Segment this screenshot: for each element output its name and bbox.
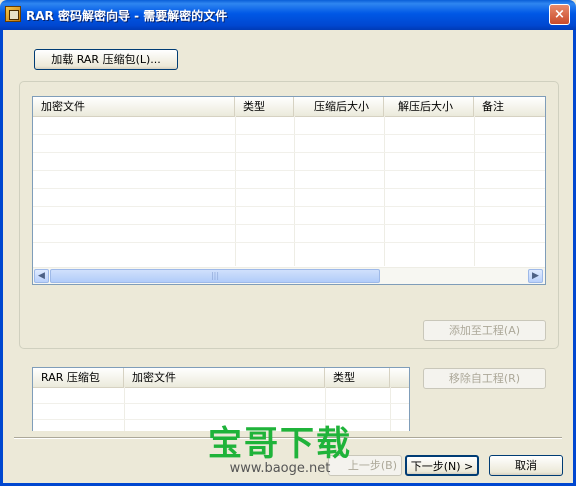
column-header-type[interactable]: 类型	[325, 368, 390, 387]
column-header-encrypted-file[interactable]: 加密文件	[124, 368, 325, 387]
empty-row-line	[33, 134, 545, 135]
app-icon	[5, 6, 21, 22]
load-rar-button[interactable]: 加载 RAR 压缩包(L)...	[34, 49, 178, 70]
column-divider	[384, 116, 385, 266]
empty-row-line	[33, 224, 545, 225]
scroll-thumb[interactable]: |||	[50, 269, 380, 283]
column-header-uncompressed-size[interactable]: 解压后大小	[384, 97, 474, 116]
encrypted-file-list[interactable]: 加密文件 类型 压缩后大小 解压后大小 备注 ◀ ||| ▶	[32, 96, 546, 285]
column-header-compressed-size[interactable]: 压缩后大小	[294, 97, 384, 116]
column-header-type[interactable]: 类型	[235, 97, 294, 116]
watermark-text: 宝哥下载	[208, 424, 352, 464]
empty-row-line	[33, 242, 545, 243]
empty-row-line	[33, 419, 409, 420]
column-divider	[294, 116, 295, 266]
column-divider	[235, 116, 236, 266]
add-to-project-button[interactable]: 添加至工程(A)	[423, 320, 546, 341]
empty-row-line	[33, 206, 545, 207]
project-list-header: RAR 压缩包 加密文件 类型	[33, 368, 409, 388]
file-list-header: 加密文件 类型 压缩后大小 解压后大小 备注	[33, 97, 545, 117]
title-bar: RAR 密码解密向导 - 需要解密的文件 ×	[0, 0, 576, 30]
empty-row-line	[33, 170, 545, 171]
watermark-url: www.baoge.net	[229, 461, 331, 476]
horizontal-scrollbar[interactable]: ◀ ||| ▶	[33, 267, 545, 284]
window-title: RAR 密码解密向导 - 需要解密的文件	[26, 9, 228, 23]
watermark: 宝哥下载 www.baoge.net	[208, 426, 352, 476]
scroll-right-arrow-icon[interactable]: ▶	[528, 269, 543, 283]
column-divider	[474, 116, 475, 266]
column-divider	[124, 387, 125, 431]
empty-row-line	[33, 188, 545, 189]
column-header-rar-archive[interactable]: RAR 压缩包	[33, 368, 124, 387]
cancel-button[interactable]: 取消	[489, 455, 563, 476]
column-header-encrypted-file[interactable]: 加密文件	[33, 97, 235, 116]
empty-row-line	[33, 403, 409, 404]
project-list[interactable]: RAR 压缩包 加密文件 类型	[32, 367, 410, 431]
column-header-remark[interactable]: 备注	[474, 97, 545, 116]
close-button[interactable]: ×	[549, 4, 570, 25]
remove-from-project-button[interactable]: 移除自工程(R)	[423, 368, 546, 389]
scroll-left-arrow-icon[interactable]: ◀	[34, 269, 49, 283]
next-button[interactable]: 下一步(N) >	[405, 455, 479, 476]
empty-row-line	[33, 152, 545, 153]
column-divider	[390, 387, 391, 431]
